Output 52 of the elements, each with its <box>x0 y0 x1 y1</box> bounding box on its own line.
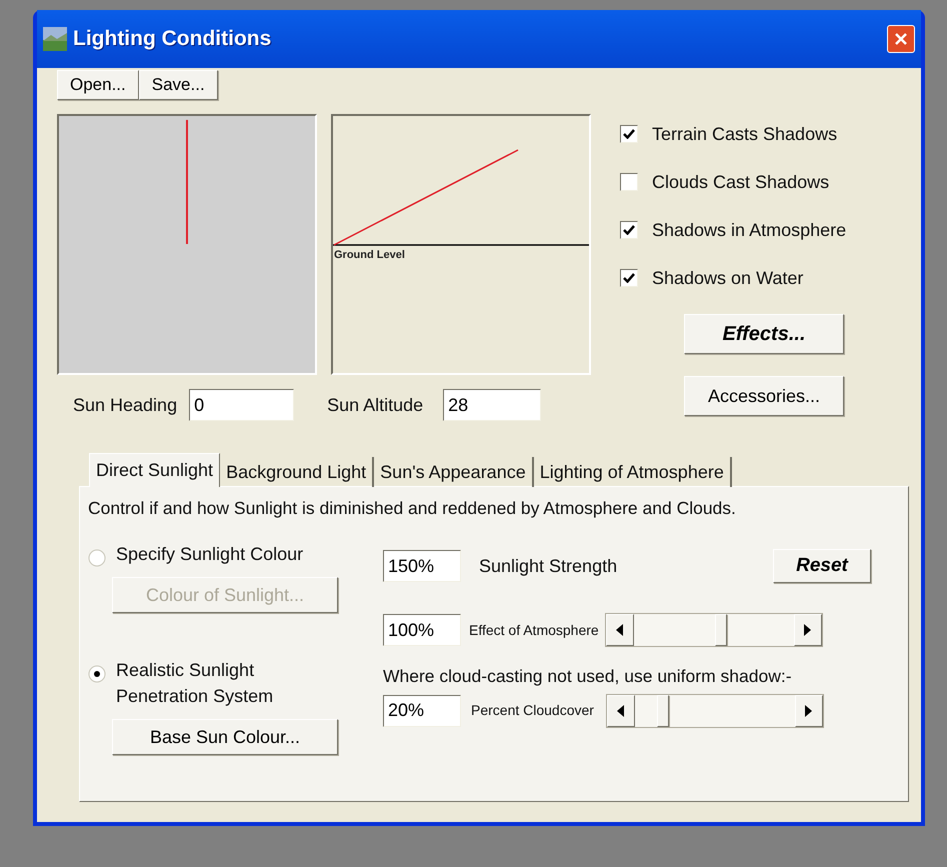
checkbox-label: Terrain Casts Shadows <box>652 122 838 146</box>
tab[interactable]: Direct Sunlight <box>89 453 220 487</box>
sunlight-strength-field[interactable]: 150% <box>383 550 461 582</box>
checkbox[interactable] <box>620 173 638 191</box>
radio-label: Specify Sunlight Colour <box>116 543 304 566</box>
toolbar-button[interactable]: Save... <box>138 70 218 100</box>
dialog-button[interactable]: Effects... <box>684 314 844 354</box>
sun-altitude-label: Sun Altitude <box>327 394 424 416</box>
radio-button[interactable] <box>88 549 106 568</box>
checkmark-icon <box>623 129 635 139</box>
left-arrow-button[interactable] <box>606 614 634 646</box>
left-arrow-button[interactable] <box>606 694 635 726</box>
radio-label: Realistic Sunlight Penetration System <box>116 659 274 708</box>
slider[interactable] <box>604 613 823 648</box>
sun-heading-field[interactable]: 0 <box>189 389 294 421</box>
right-arrow-icon <box>805 704 812 716</box>
checkbox[interactable] <box>620 269 638 287</box>
cloudcover-label: Percent Cloudcover <box>471 701 594 720</box>
slider-thumb[interactable] <box>657 694 670 726</box>
checkbox-label: Shadows on Water <box>652 266 804 290</box>
close-icon <box>894 32 908 46</box>
reset-button[interactable]: Reset <box>773 549 871 584</box>
slider-thumb[interactable] <box>715 614 728 646</box>
checkmark-icon <box>623 273 635 283</box>
right-arrow-button[interactable] <box>794 694 823 726</box>
checkmark-icon <box>623 225 635 235</box>
radio-button[interactable] <box>88 665 106 684</box>
checkbox-label: Clouds Cast Shadows <box>652 170 830 194</box>
atmosphere-effect-label: Effect of Atmosphere <box>469 620 599 640</box>
atmosphere-effect-field[interactable]: 100% <box>383 614 461 646</box>
left-arrow-icon <box>616 624 624 636</box>
checkbox-label: Shadows in Atmosphere <box>652 218 846 242</box>
right-arrow-icon <box>804 624 812 636</box>
left-arrow-icon <box>617 704 624 716</box>
colour-button[interactable]: Base Sun Colour... <box>112 719 338 756</box>
dialog-button[interactable]: Accessories... <box>684 376 844 416</box>
right-arrow-button[interactable] <box>794 614 822 646</box>
panel-description: Control if and how Sunlight is diminished and reddened by Atmosphere and Clouds. <box>88 497 737 520</box>
landscape-icon <box>43 27 67 51</box>
ground-level-label: Ground Level <box>334 248 405 263</box>
sun-altitude-field[interactable]: 28 <box>443 389 542 421</box>
uniform-shadow-note: Where cloud-casting not used, use uniform shadow:- <box>383 665 793 688</box>
sunlight-strength-label: Sunlight Strength <box>479 554 618 578</box>
checkbox[interactable] <box>620 221 638 239</box>
toolbar-button[interactable]: Open... <box>57 70 139 100</box>
colour-button: Colour of Sunlight... <box>112 577 338 614</box>
window-title: Lighting Conditions <box>73 26 272 52</box>
checkbox[interactable] <box>620 125 638 143</box>
cloudcover-field[interactable]: 20% <box>383 694 461 726</box>
sun-heading-label: Sun Heading <box>73 394 178 417</box>
slider[interactable] <box>606 694 824 728</box>
close-button[interactable] <box>887 25 915 53</box>
